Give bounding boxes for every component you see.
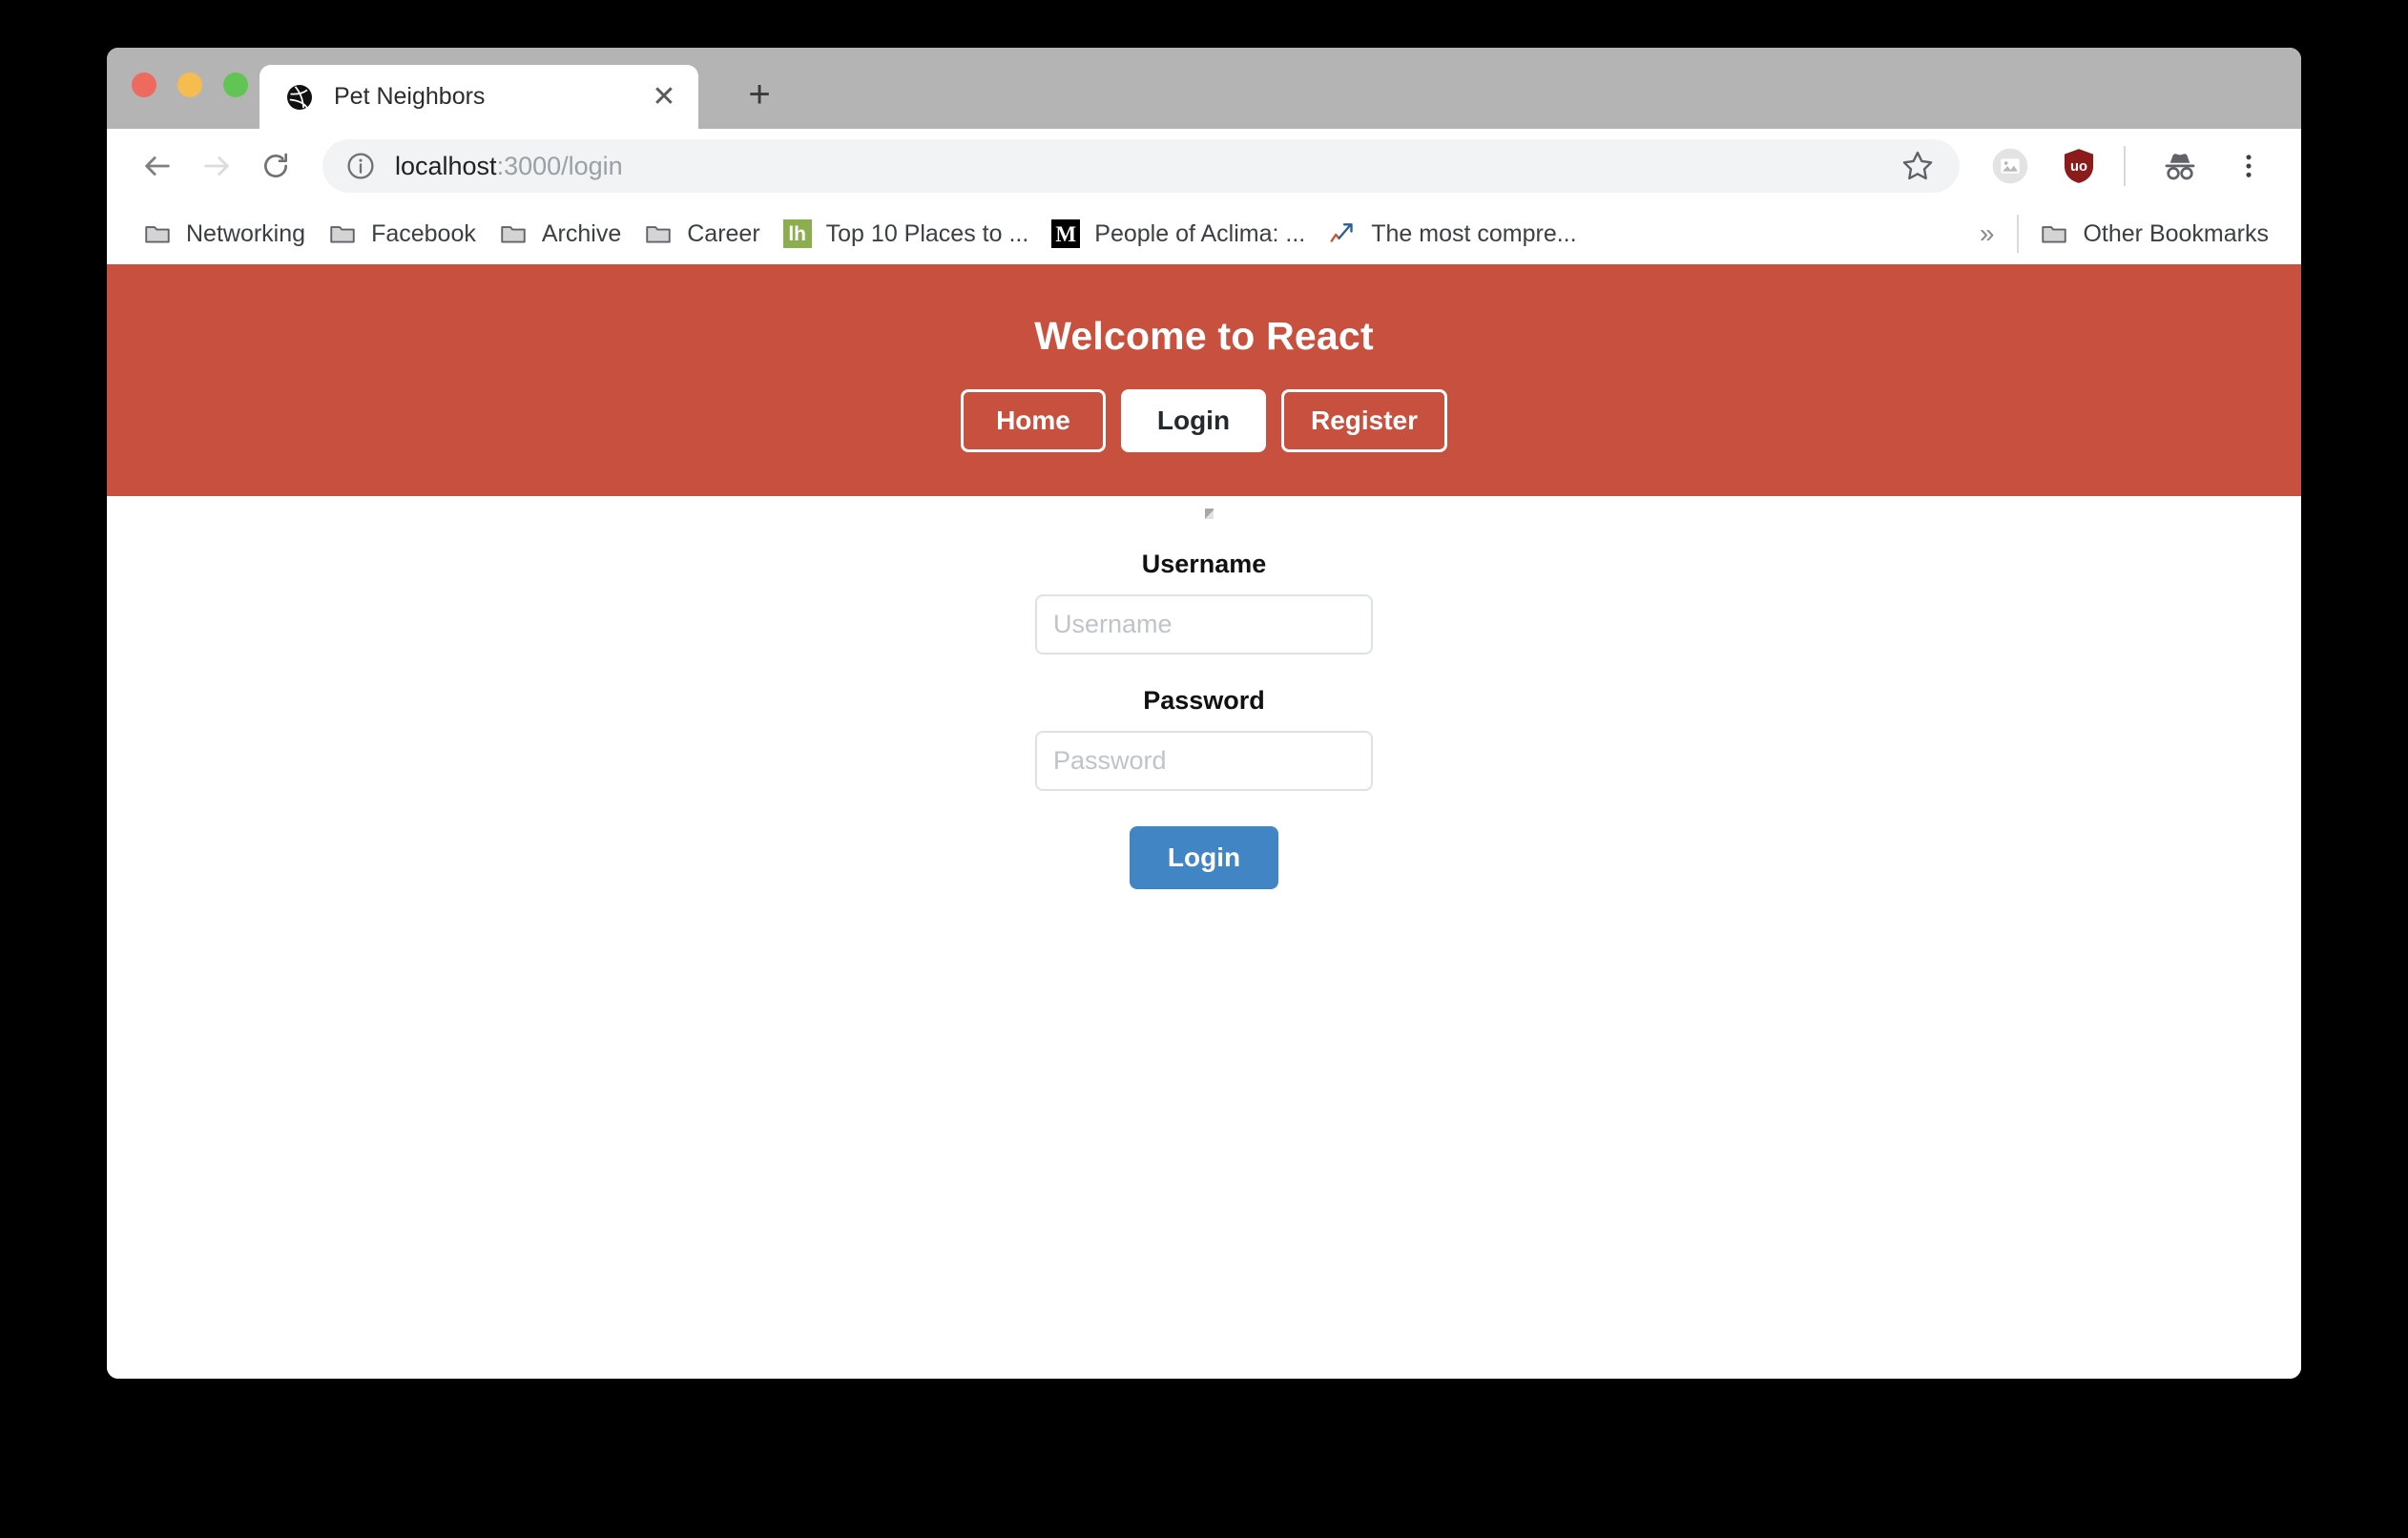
browser-menu-button[interactable] [2219,136,2278,196]
chart-arrow-icon [1328,219,1357,248]
back-arrow-icon [145,156,170,176]
bookmark-item-archive[interactable]: Archive [488,210,633,258]
browser-tab[interactable]: Pet Neighbors ✕ [259,65,698,129]
page-viewport: Welcome to React Home Login Register Use… [107,264,2301,1379]
toolbar-divider [2124,146,2126,186]
close-window-button[interactable] [132,73,156,97]
back-button[interactable] [128,136,187,196]
dribbble-ball-icon [287,84,312,110]
reload-button[interactable] [246,136,305,196]
password-field-group: Password [1035,686,1373,791]
folder-icon [644,219,673,248]
folder-icon [2040,219,2068,248]
bookmark-label: People of Aclima: ... [1094,219,1306,247]
lifehacker-icon: lh [782,219,812,248]
three-dot-menu-icon [2246,155,2252,177]
password-input[interactable] [1035,731,1373,791]
bookmark-label: Facebook [371,219,476,247]
username-field-group: Username [1035,550,1373,655]
bookmark-item-people-of-aclima[interactable]: M People of Aclima: ... [1040,210,1317,258]
bookmark-item-networking[interactable]: Networking [132,210,317,258]
url-host: localhost [395,151,497,180]
browser-toolbar: localhost:3000/login uo [107,129,2301,203]
address-bar[interactable]: localhost:3000/login [322,139,1960,193]
new-tab-button[interactable]: + [737,72,782,117]
bookmark-button[interactable] [1891,139,1944,193]
bookmark-label: Top 10 Places to ... [825,219,1029,247]
browser-window: Pet Neighbors ✕ + localhost:3000/login u… [107,48,2301,1379]
bookmark-label: Other Bookmarks [2083,219,2269,247]
bookmark-label: Career [687,219,760,247]
bookmark-label: Networking [186,219,306,247]
bookmark-item-facebook[interactable]: Facebook [317,210,488,258]
bookmark-item-career[interactable]: Career [633,210,771,258]
bookmark-label: Archive [541,219,622,247]
forward-arrow-icon [204,156,229,176]
reload-icon [264,153,287,177]
close-tab-button[interactable]: ✕ [643,76,685,118]
svg-text:uo: uo [2070,159,2087,175]
tab-title: Pet Neighbors [334,83,486,110]
username-label: Username [1141,550,1267,578]
site-info-icon[interactable] [345,151,376,181]
minimize-window-button[interactable] [177,73,202,97]
folder-icon [499,219,528,248]
image-extension-button[interactable] [1981,136,2040,196]
bookmark-item-the-most-comprehensive[interactable]: The most compre... [1317,210,1588,258]
nav-link-login[interactable]: Login [1120,389,1266,452]
bookmark-star-icon [1902,151,1933,180]
image-extension-icon [1992,148,2028,184]
ublock-origin-icon: uo [2064,149,2094,183]
nav-link-home[interactable]: Home [960,389,1106,452]
bookmark-item-other-bookmarks[interactable]: Other Bookmarks [2028,210,2280,258]
login-form: Username Password Login [107,496,2301,889]
url-path: :3000/login [496,151,623,180]
app-nav: Home Login Register [107,389,2301,452]
folder-icon [328,219,357,248]
bookmark-item-top-10-places[interactable]: lh Top 10 Places to ... [772,210,1041,258]
login-submit-button[interactable]: Login [1129,826,1279,889]
maximize-window-button[interactable] [223,73,248,97]
forward-button[interactable] [187,136,246,196]
traffic-light-controls [132,73,248,97]
folder-icon [143,219,172,248]
medium-icon: M [1051,219,1081,248]
ublock-origin-button[interactable]: uo [2049,136,2108,196]
bookmark-label: The most compre... [1371,219,1577,247]
bookmarks-overflow-button[interactable]: » [1962,218,2012,249]
username-input[interactable] [1035,594,1373,655]
app-banner: Welcome to React Home Login Register [107,264,2301,496]
password-label: Password [1143,686,1265,715]
url-text: localhost:3000/login [395,152,1891,181]
title-bar: Pet Neighbors ✕ + [107,48,2301,129]
incognito-button[interactable] [2150,136,2210,196]
bookmarks-bar: Networking Facebook Archive Career lh To… [107,203,2301,264]
page-title: Welcome to React [1034,314,1374,358]
nav-link-register[interactable]: Register [1280,389,1448,452]
broken-image-artifact [1205,509,1214,519]
bookmarks-divider [2017,215,2020,253]
incognito-icon [2165,154,2195,180]
